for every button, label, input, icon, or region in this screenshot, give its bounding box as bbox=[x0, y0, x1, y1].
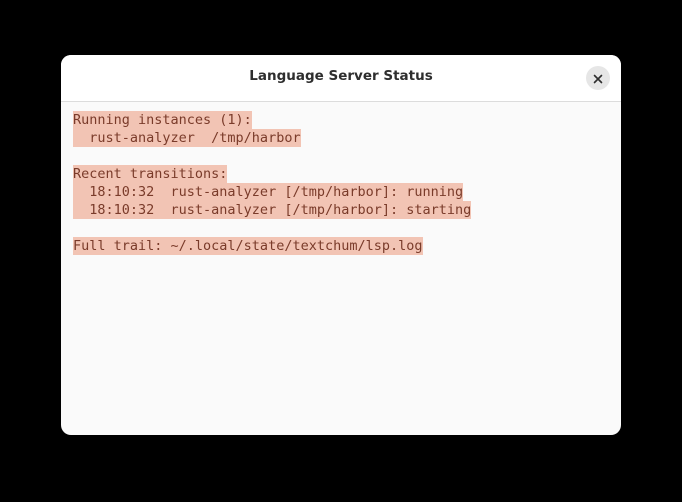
dialog-title: Language Server Status bbox=[249, 68, 433, 84]
text-line: 18:10:32 rust-analyzer [/tmp/harbor]: st… bbox=[73, 201, 609, 219]
dialog-header: Language Server Status bbox=[61, 55, 621, 102]
selected-text: Running instances (1): bbox=[73, 111, 252, 129]
selected-text: Full trail: ~/.local/state/textchum/lsp.… bbox=[73, 237, 423, 255]
close-icon bbox=[593, 69, 603, 88]
language-server-status-dialog: Language Server Status Running instances… bbox=[61, 55, 621, 435]
text-line: Running instances (1): bbox=[73, 111, 609, 129]
selected-text: 18:10:32 rust-analyzer [/tmp/harbor]: ru… bbox=[73, 183, 464, 201]
selected-text: Recent transitions: bbox=[73, 165, 228, 183]
text-line: Full trail: ~/.local/state/textchum/lsp.… bbox=[73, 237, 609, 255]
close-button[interactable] bbox=[586, 66, 610, 90]
status-text-view[interactable]: Running instances (1): rust-analyzer /tm… bbox=[73, 111, 609, 425]
text-line: 18:10:32 rust-analyzer [/tmp/harbor]: ru… bbox=[73, 183, 609, 201]
text-line: Recent transitions: bbox=[73, 165, 609, 183]
selected-text: rust-analyzer /tmp/harbor bbox=[73, 129, 301, 147]
selected-text: 18:10:32 rust-analyzer [/tmp/harbor]: st… bbox=[73, 201, 472, 219]
text-line: rust-analyzer /tmp/harbor bbox=[73, 129, 609, 147]
